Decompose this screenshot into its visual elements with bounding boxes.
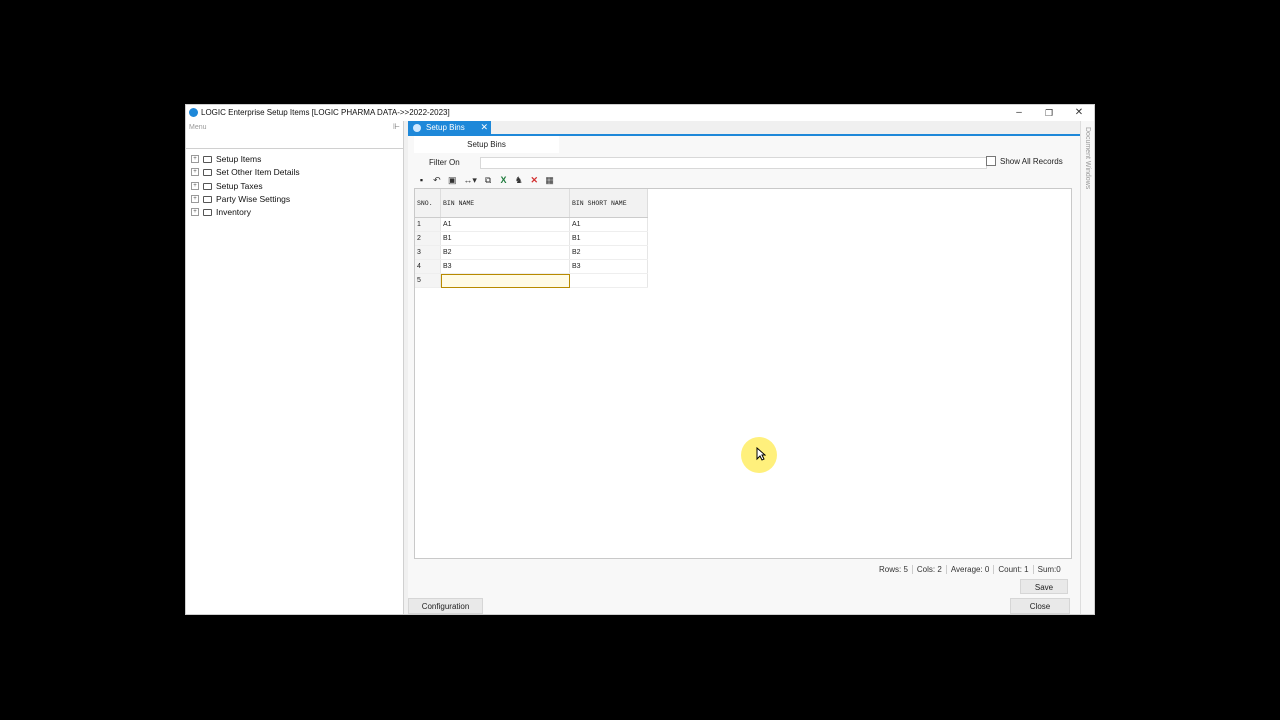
column-header-bin-short-name[interactable]: BIN SHORT NAME xyxy=(569,189,648,218)
grid-toolbar: ▪ ↶ ▣ ↔▾ ⧉ X ♞ ✕ ▦ xyxy=(415,174,559,186)
save-button[interactable]: Save xyxy=(1020,579,1068,594)
find-icon[interactable]: ♞ xyxy=(512,175,525,186)
delete-icon[interactable]: ✕ xyxy=(528,175,541,186)
main-window: LOGIC Enterprise Setup Items [LOGIC PHAR… xyxy=(185,104,1095,615)
grid-icon[interactable]: ▦ xyxy=(543,175,556,186)
table-row[interactable]: 4 B3 B3 xyxy=(415,259,648,274)
show-all-label: Show All Records xyxy=(1000,156,1063,166)
subtab-setup-bins[interactable]: Setup Bins xyxy=(414,136,559,153)
globe-icon xyxy=(413,123,421,132)
show-all-checkbox[interactable] xyxy=(986,156,996,166)
cell-bin-name[interactable]: A1 xyxy=(440,217,570,232)
configuration-button[interactable]: Configuration xyxy=(408,598,483,614)
expand-icon[interactable]: + xyxy=(191,208,199,216)
cell-bin-name-editing[interactable] xyxy=(440,273,570,288)
folder-icon xyxy=(203,155,212,163)
menu-item-set-other-item-details[interactable]: + Set Other Item Details xyxy=(191,166,300,178)
show-all-records-toggle[interactable]: Show All Records xyxy=(986,156,1063,166)
app-icon xyxy=(189,108,198,117)
table-row[interactable]: 1 A1 A1 xyxy=(415,217,648,232)
status-sum: Sum:0 xyxy=(1037,565,1061,574)
cell-bin-short-name[interactable]: A1 xyxy=(569,217,648,232)
filter-input[interactable] xyxy=(480,157,987,169)
minimize-button[interactable]: – xyxy=(1004,105,1034,121)
close-tab-icon[interactable]: ✕ xyxy=(480,122,488,133)
cell-bin-short-name[interactable]: B2 xyxy=(569,245,648,260)
table-row[interactable]: 3 B2 B2 xyxy=(415,245,648,260)
status-average: Average: 0 xyxy=(947,565,995,574)
cell-bin-short-name[interactable]: B1 xyxy=(569,231,648,246)
document-windows-label: Document Windows xyxy=(1084,127,1091,190)
column-header-sno[interactable]: SNO. xyxy=(415,189,441,218)
copy-icon[interactable]: ⧉ xyxy=(482,175,495,186)
window-title: LOGIC Enterprise Setup Items [LOGIC PHAR… xyxy=(201,108,450,117)
grid-status-bar: Rows: 5 Cols: 2 Average: 0 Count: 1 Sum:… xyxy=(875,565,1065,574)
mouse-cursor-icon xyxy=(756,447,766,461)
menu-header: Menu xyxy=(189,124,207,131)
folder-icon xyxy=(203,195,212,203)
status-cols: Cols: 2 xyxy=(913,565,947,574)
table-row[interactable]: 2 B1 B1 xyxy=(415,231,648,246)
print-icon[interactable]: ▣ xyxy=(446,175,459,186)
close-button[interactable]: Close xyxy=(1010,598,1070,614)
menu-item-setup-taxes[interactable]: + Setup Taxes xyxy=(191,180,263,192)
menu-pane: Menu ⊩ + Setup Items + Set Other Item De… xyxy=(186,121,404,614)
cell-sno: 2 xyxy=(415,231,441,246)
bins-grid: SNO. BIN NAME BIN SHORT NAME 1 A1 A1 2 B… xyxy=(415,189,648,288)
expand-icon[interactable]: + xyxy=(191,195,199,203)
cell-sno: 1 xyxy=(415,217,441,232)
maximize-button[interactable]: ❐ xyxy=(1034,105,1064,121)
excel-export-icon[interactable]: X xyxy=(497,175,510,186)
menu-item-party-wise-settings[interactable]: + Party Wise Settings xyxy=(191,193,290,205)
tab-setup-bins[interactable]: Setup Bins ✕ xyxy=(408,121,491,134)
table-row[interactable]: 5 xyxy=(415,273,648,288)
cell-bin-name[interactable]: B1 xyxy=(440,231,570,246)
tab-label: Setup Bins xyxy=(426,123,465,132)
document-windows-strip[interactable]: Document Windows xyxy=(1080,121,1094,614)
undo-icon[interactable]: ↶ xyxy=(430,175,443,186)
cell-sno: 4 xyxy=(415,259,441,274)
menu-divider xyxy=(186,148,403,149)
menu-item-inventory[interactable]: + Inventory xyxy=(191,206,251,218)
status-rows: Rows: 5 xyxy=(875,565,913,574)
pin-icon[interactable]: ⊩ xyxy=(393,122,400,131)
menu-item-setup-items[interactable]: + Setup Items xyxy=(191,153,261,165)
folder-icon xyxy=(203,168,212,176)
expand-icon[interactable]: + xyxy=(191,182,199,190)
column-header-bin-name[interactable]: BIN NAME xyxy=(440,189,570,218)
setup-bins-panel: Setup Bins Filter On Show All Records ▪ … xyxy=(408,136,1080,614)
cell-bin-short-name[interactable] xyxy=(569,273,648,288)
menu-item-label: Setup Taxes xyxy=(216,181,263,191)
column-width-icon[interactable]: ↔▾ xyxy=(461,175,479,186)
expand-icon[interactable]: + xyxy=(191,168,199,176)
bottom-bar: Configuration Close xyxy=(408,598,1080,614)
cell-bin-short-name[interactable]: B3 xyxy=(569,259,648,274)
title-bar: LOGIC Enterprise Setup Items [LOGIC PHAR… xyxy=(186,105,1094,121)
folder-icon xyxy=(203,208,212,216)
expand-icon[interactable]: + xyxy=(191,155,199,163)
close-window-button[interactable]: ✕ xyxy=(1064,105,1094,121)
menu-item-label: Inventory xyxy=(216,207,251,217)
menu-item-label: Setup Items xyxy=(216,154,262,164)
save-icon[interactable]: ▪ xyxy=(415,175,428,186)
status-count: Count: 1 xyxy=(994,565,1034,574)
document-tab-strip: Setup Bins ✕ xyxy=(408,121,1080,136)
folder-icon xyxy=(203,182,212,190)
cell-bin-name[interactable]: B2 xyxy=(440,245,570,260)
cell-sno: 3 xyxy=(415,245,441,260)
menu-item-label: Set Other Item Details xyxy=(216,167,300,177)
cell-bin-name[interactable]: B3 xyxy=(440,259,570,274)
cell-sno: 5 xyxy=(415,273,441,288)
menu-item-label: Party Wise Settings xyxy=(216,194,291,204)
filter-label: Filter On xyxy=(429,158,460,167)
bins-grid-area: SNO. BIN NAME BIN SHORT NAME 1 A1 A1 2 B… xyxy=(414,188,1072,559)
